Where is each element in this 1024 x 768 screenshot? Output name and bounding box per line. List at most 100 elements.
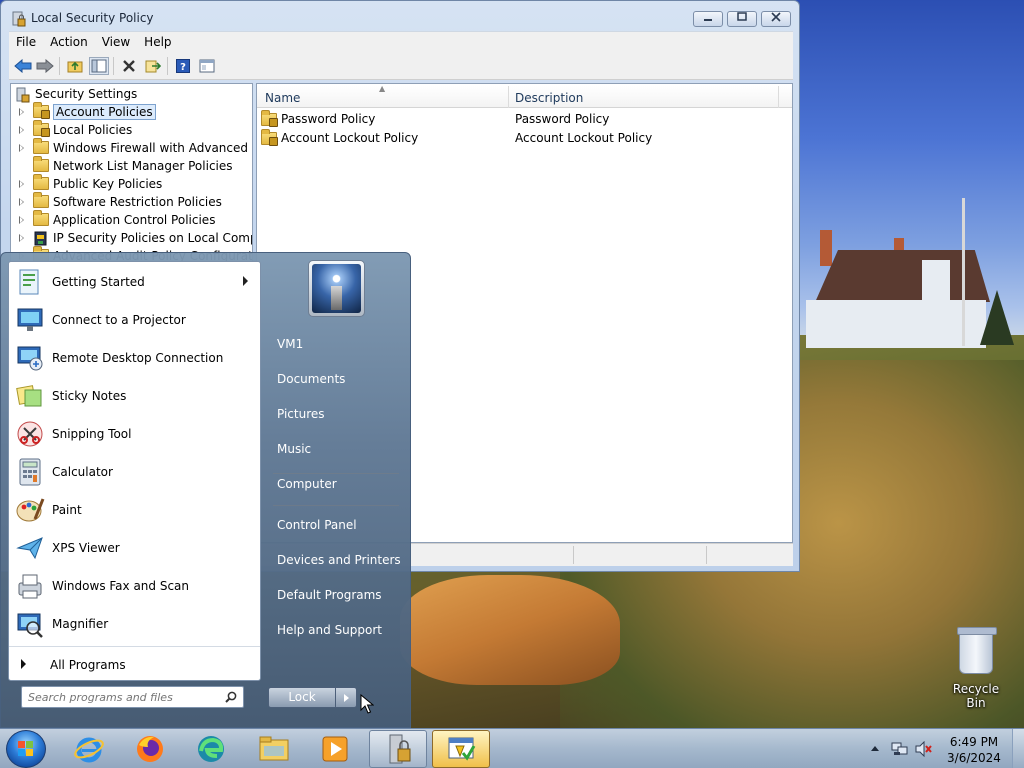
maximize-icon <box>737 12 747 21</box>
taskbar-edge[interactable] <box>182 730 240 768</box>
tree-item[interactable]: Application Control Policies <box>11 210 252 230</box>
export-list-button[interactable] <box>143 57 163 75</box>
start-search-box[interactable] <box>21 686 244 708</box>
expand-arrow-icon[interactable] <box>19 108 24 116</box>
tree-item[interactable]: Windows Firewall with Advanced Security <box>11 138 252 158</box>
column-header-name[interactable]: Name <box>265 91 300 105</box>
volume-muted-icon[interactable] <box>915 741 933 757</box>
taskbar-firefox[interactable] <box>121 730 179 768</box>
show-hidden-icons-icon[interactable] <box>870 744 880 752</box>
up-folder-icon <box>67 61 83 73</box>
all-programs-button[interactable]: All Programs <box>9 646 260 682</box>
start-link-music[interactable]: Music <box>263 434 403 464</box>
taskbar-local-security-policy[interactable] <box>369 730 427 768</box>
menu-view[interactable]: View <box>95 32 137 52</box>
desktop-icon-recycle-bin[interactable]: Recycle Bin <box>942 627 1010 710</box>
tree-item[interactable]: Local Policies <box>11 120 252 140</box>
tree-item[interactable]: Security Settings <box>11 86 252 104</box>
expand-arrow-icon[interactable] <box>19 198 24 206</box>
tree-item-label: Application Control Policies <box>53 213 216 227</box>
lock-folder-icon <box>33 120 50 137</box>
start-link-control-panel-label: Control Panel <box>277 518 357 532</box>
start-program-item[interactable]: Paint <box>9 492 260 528</box>
taskbar-internet-explorer[interactable] <box>60 730 118 768</box>
properties-icon <box>199 59 215 73</box>
start-program-item[interactable]: Calculator <box>9 454 260 490</box>
internet-explorer-icon <box>74 737 104 763</box>
up-folder-button[interactable] <box>65 57 85 75</box>
lock-button[interactable]: Lock <box>268 687 336 708</box>
chevron-right-icon <box>344 694 349 702</box>
start-link-default-programs[interactable]: Default Programs <box>263 580 403 610</box>
delete-icon <box>123 60 135 72</box>
folder-icon <box>33 174 49 191</box>
start-program-item[interactable]: Snipping Tool <box>9 416 260 452</box>
menu-help[interactable]: Help <box>137 32 178 52</box>
tree-item[interactable]: IP Security Policies on Local Computer <box>11 230 252 248</box>
expand-arrow-icon[interactable] <box>19 216 24 224</box>
start-program-item[interactable]: Windows Fax and Scan <box>9 568 260 604</box>
expand-arrow-icon[interactable] <box>19 126 24 134</box>
close-button[interactable] <box>761 11 791 27</box>
start-program-item[interactable]: Getting Started <box>9 264 260 300</box>
search-input[interactable] <box>28 690 216 705</box>
fax-scan-icon <box>18 574 42 599</box>
start-program-item[interactable]: Magnifier <box>9 606 260 642</box>
tree-item[interactable]: Software Restriction Policies <box>11 192 252 212</box>
start-program-item[interactable]: Sticky Notes <box>9 378 260 414</box>
list-item[interactable]: Password Policy Password Policy <box>261 110 781 129</box>
column-header-description[interactable]: Description <box>515 91 583 105</box>
start-link-help-and-support[interactable]: Help and Support <box>263 615 403 645</box>
user-picture[interactable] <box>308 260 365 317</box>
start-link-music-label: Music <box>277 442 312 456</box>
start-program-label: Windows Fax and Scan <box>52 579 190 593</box>
start-program-item[interactable]: XPS Viewer <box>9 530 260 566</box>
chevron-right-icon <box>21 659 26 669</box>
export-list-icon <box>145 60 161 73</box>
expand-arrow-icon[interactable] <box>19 234 24 242</box>
system-clock[interactable]: 6:49 PM 3/6/2024 <box>944 734 1004 766</box>
taskbar-file-explorer[interactable] <box>245 730 303 768</box>
tree-item-label: Security Settings <box>35 87 138 101</box>
start-program-item[interactable]: Connect to a Projector <box>9 302 260 338</box>
toolbar: ? <box>9 53 793 80</box>
search-icon[interactable] <box>225 691 237 703</box>
network-icon[interactable] <box>891 741 909 757</box>
program-icon-wrapper <box>15 609 45 639</box>
wallpaper-flagpole <box>962 198 965 346</box>
start-link-control-panel[interactable]: Control Panel <box>263 510 403 540</box>
help-button[interactable]: ? <box>173 57 193 75</box>
expand-arrow-icon[interactable] <box>19 144 24 152</box>
menu-file[interactable]: File <box>9 32 43 52</box>
taskbar-media-player[interactable] <box>306 730 364 768</box>
show-hide-tree-button[interactable] <box>89 57 109 75</box>
minimize-button[interactable] <box>693 11 723 27</box>
back-button[interactable] <box>13 57 33 75</box>
shutdown-options-button[interactable] <box>335 687 357 708</box>
show-desktop-button[interactable] <box>1012 729 1024 768</box>
start-menu: Getting Started Connect to a Projector Rem… <box>0 252 411 728</box>
properties-button[interactable] <box>197 57 217 75</box>
delete-button[interactable] <box>119 57 139 75</box>
start-link-documents[interactable]: Documents <box>263 364 403 394</box>
tree-item-label: Local Policies <box>53 123 133 137</box>
window-titlebar[interactable]: Local Security Policy <box>1 1 799 31</box>
menu-bar: File Action View Help <box>9 31 793 53</box>
menu-action[interactable]: Action <box>43 32 95 52</box>
start-program-item[interactable]: Remote Desktop Connection <box>9 340 260 376</box>
start-button[interactable] <box>6 730 46 768</box>
taskbar-security-policy-window[interactable] <box>432 730 490 768</box>
start-link-user[interactable]: VM1 <box>263 329 403 359</box>
program-icon-wrapper <box>15 381 45 411</box>
expand-arrow-icon[interactable] <box>19 180 24 188</box>
show-hide-tree-icon <box>91 59 107 73</box>
maximize-button[interactable] <box>727 11 757 27</box>
start-link-devices-and-printers[interactable]: Devices and Printers <box>263 545 403 575</box>
lock-folder-icon <box>33 102 50 119</box>
tree-item[interactable]: Account Policies <box>11 102 252 122</box>
list-item[interactable]: Account Lockout Policy Account Lockout Po… <box>261 129 781 148</box>
forward-button[interactable] <box>35 57 55 75</box>
tree-item[interactable]: Public Key Policies <box>11 174 252 194</box>
tree-item[interactable]: Network List Manager Policies <box>11 156 252 176</box>
start-link-pictures[interactable]: Pictures <box>263 399 403 429</box>
